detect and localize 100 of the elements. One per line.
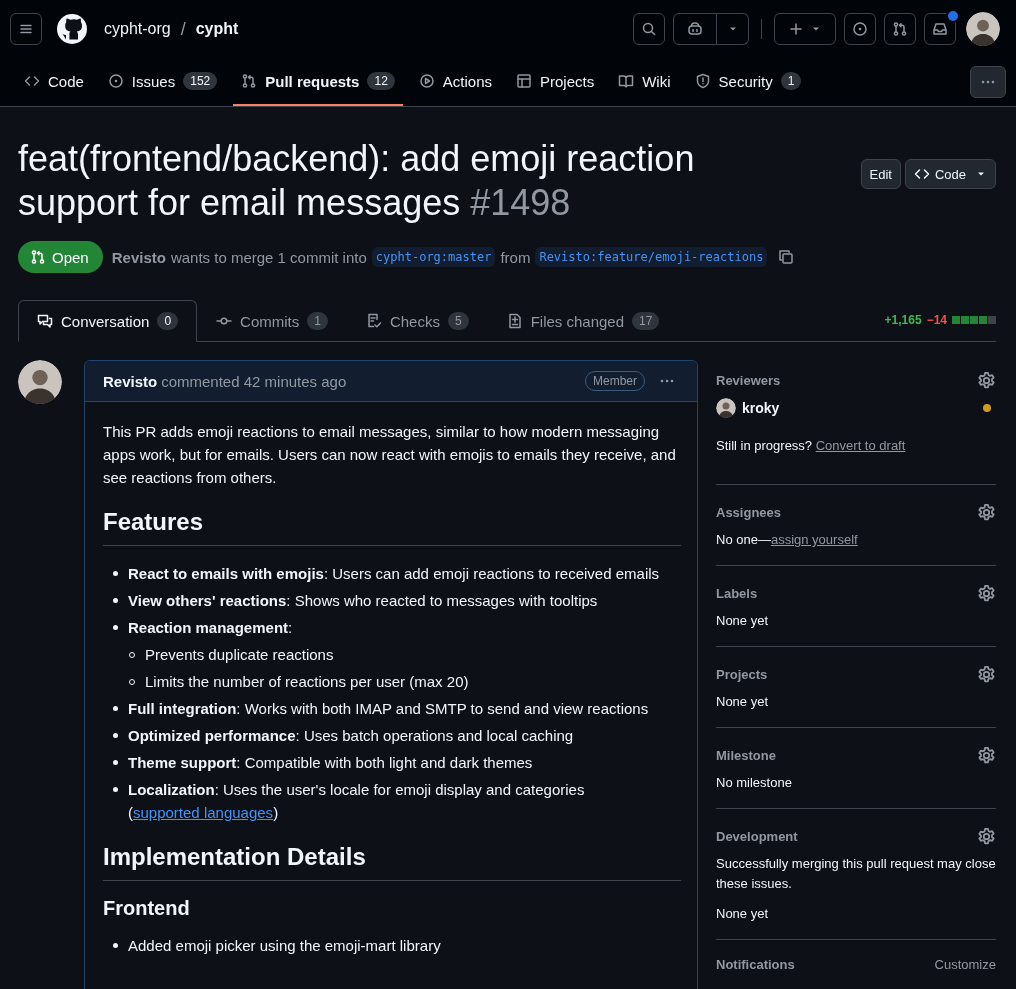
- merge-text: from: [500, 248, 531, 266]
- bullet-icon: [113, 706, 118, 711]
- section-note: Still in progress? Convert to draft: [716, 437, 907, 455]
- tab-label: Conversation: [61, 312, 150, 330]
- settings-button[interactable]: [977, 370, 996, 390]
- head-branch[interactable]: Revisto:feature/emoji-reactions: [535, 247, 768, 267]
- pr-tab[interactable]: Conversation 0: [18, 300, 198, 342]
- tab-label: Security: [718, 72, 773, 90]
- user-avatar: [966, 12, 1000, 46]
- pr-number: #1498: [470, 182, 571, 223]
- inbox-button[interactable]: [924, 13, 956, 45]
- bullet-icon: [113, 760, 118, 765]
- repo-link[interactable]: cypht: [195, 20, 239, 38]
- comment-time: commented 42 minutes ago: [161, 372, 347, 390]
- author-avatar: [18, 360, 62, 404]
- settings-icon: [977, 664, 996, 684]
- reviewer-name[interactable]: kroky: [742, 400, 780, 416]
- pull-request-icon: [241, 73, 258, 89]
- repo-tab[interactable]: Issues 152: [99, 58, 226, 106]
- deletions-count: −14: [926, 313, 947, 327]
- list-item-text: View others' reactions: Shows who reacted to messages with tooltips: [128, 591, 598, 611]
- count-badge: 1: [780, 72, 802, 90]
- settings-button[interactable]: [977, 664, 996, 684]
- count-badge: 17: [632, 312, 660, 330]
- list-item-text: Theme support: Compatible with both light and dark themes: [128, 753, 533, 773]
- list-item-text: Full integration: Works with both IMAP and SMTP to send and view reactions: [128, 699, 649, 719]
- play-icon: [418, 73, 435, 89]
- tab-label: Wiki: [642, 72, 671, 90]
- settings-icon: [977, 502, 996, 522]
- customize-link[interactable]: Customize: [934, 956, 996, 972]
- search-icon: [641, 21, 657, 37]
- copilot-button[interactable]: [673, 13, 717, 45]
- tab-label: Issues: [131, 72, 176, 90]
- pull-request-icon: [30, 249, 46, 265]
- link[interactable]: supported languages: [133, 804, 274, 821]
- pr-tab[interactable]: Checks 5: [346, 300, 488, 342]
- subsection-heading: Frontend: [103, 897, 191, 920]
- list-item-text: React to emails with emojis: Users can add emoji reactions to received emails: [128, 564, 660, 584]
- repo-tab[interactable]: Projects: [508, 58, 603, 106]
- comments-icon: [37, 313, 53, 329]
- pull-requests-button[interactable]: [884, 13, 916, 45]
- list-item-text: Localization: Uses the user's locale for emoji display and categories (supported languages): [128, 780, 586, 823]
- tab-label: Code: [48, 72, 84, 90]
- settings-button[interactable]: [977, 826, 996, 846]
- repo-tab[interactable]: Wiki: [610, 58, 679, 106]
- code-icon: [24, 73, 40, 89]
- settings-button[interactable]: [977, 583, 996, 603]
- convert-to-draft-link[interactable]: Convert to draft: [815, 438, 906, 453]
- pull-request-icon: [892, 21, 908, 37]
- settings-icon: [977, 745, 996, 765]
- code-icon: [913, 166, 930, 182]
- section-value: None yet: [716, 905, 770, 923]
- inbox-icon: [932, 21, 948, 37]
- settings-button[interactable]: [977, 502, 996, 522]
- section-note: Successfully merging this pull request may close these issues.: [716, 855, 996, 893]
- tab-label: Files changed: [530, 312, 625, 330]
- section-title: Labels: [716, 585, 758, 601]
- repo-tab[interactable]: Code: [16, 58, 92, 106]
- section-value: No one—assign yourself: [716, 531, 859, 549]
- list-item-text: Reaction management:: [128, 618, 293, 638]
- section-value: No milestone: [716, 774, 793, 792]
- list-item-text: Prevents duplicate reactions: [145, 645, 334, 665]
- author-link[interactable]: Revisto: [103, 372, 158, 390]
- tab-label: Pull requests: [265, 72, 360, 90]
- settings-icon: [977, 583, 996, 603]
- section-heading: Implementation Details: [103, 842, 681, 881]
- author-link[interactable]: Revisto: [111, 248, 166, 266]
- assign-yourself-link[interactable]: assign yourself: [770, 532, 858, 547]
- settings-button[interactable]: [977, 745, 996, 765]
- bullet-icon: [113, 787, 118, 792]
- copy-icon: [778, 249, 795, 265]
- repo-tab[interactable]: Actions: [410, 58, 500, 106]
- repo-tab[interactable]: Security 1: [686, 58, 810, 106]
- plus-icon: [788, 21, 804, 37]
- owner-link[interactable]: cypht-org: [104, 20, 171, 38]
- list-item-text: Added emoji picker using the emoji-mart library: [128, 936, 441, 956]
- menu-button[interactable]: [10, 13, 42, 45]
- base-branch[interactable]: cypht-org:master: [371, 247, 496, 267]
- section-heading: Features: [103, 507, 681, 546]
- checklist-icon: [365, 313, 382, 329]
- settings-icon: [977, 826, 996, 846]
- count-badge: 1: [307, 312, 328, 330]
- pr-tab[interactable]: Commits 1: [197, 300, 347, 342]
- code-button[interactable]: Code: [904, 159, 996, 189]
- section-title: Reviewers: [716, 372, 781, 388]
- settings-icon: [977, 370, 996, 390]
- list-item-text: Optimized performance: Uses batch operations and local caching: [128, 726, 574, 746]
- create-new-button[interactable]: [774, 13, 836, 45]
- count-badge: 12: [367, 72, 395, 90]
- search-button[interactable]: [633, 13, 665, 45]
- pr-tab[interactable]: Files changed 17: [487, 300, 679, 342]
- bullet-icon: [113, 571, 118, 576]
- bullet-icon: [113, 598, 118, 603]
- diffstat-bar: [952, 316, 996, 324]
- tab-label: Projects: [540, 72, 595, 90]
- tab-label: Commits: [240, 312, 300, 330]
- edit-button[interactable]: Edit: [860, 159, 901, 189]
- repo-tab[interactable]: Pull requests 12: [233, 58, 403, 106]
- issues-button[interactable]: [844, 13, 876, 45]
- count-badge: 5: [447, 312, 469, 330]
